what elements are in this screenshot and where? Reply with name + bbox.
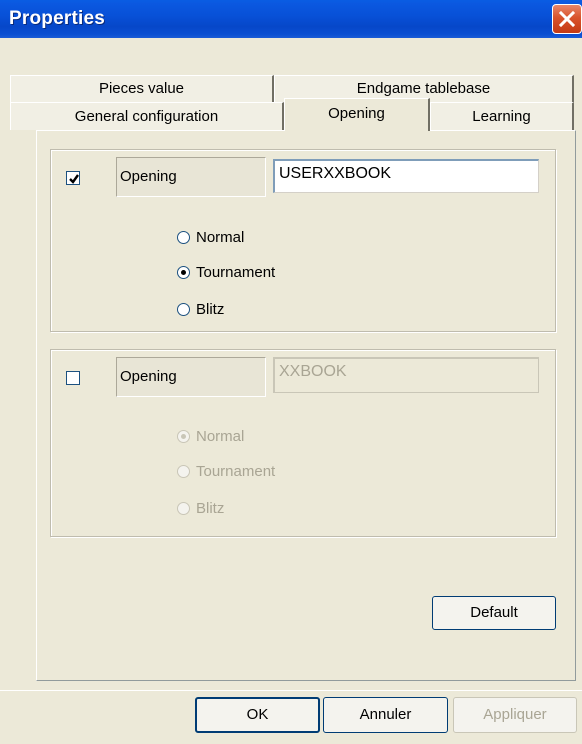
opening-label-primary: Opening <box>116 157 266 197</box>
radio-tournament-secondary: Tournament <box>177 461 275 481</box>
tab-opening[interactable]: Opening <box>284 98 430 131</box>
opening-book-field-primary[interactable]: USERXXBOOK <box>273 159 539 193</box>
window-title: Properties <box>9 8 105 29</box>
radio-normal-secondary: Normal <box>177 426 244 446</box>
radio-button <box>177 464 190 478</box>
cancel-button[interactable]: Annuler <box>323 697 448 733</box>
radio-button[interactable] <box>177 265 190 279</box>
tab-general-configuration[interactable]: General configuration <box>10 102 284 130</box>
radio-button <box>177 501 190 515</box>
close-icon <box>559 11 575 27</box>
radio-blitz-secondary: Blitz <box>177 498 224 518</box>
radio-blitz-primary[interactable]: Blitz <box>177 299 224 319</box>
ok-button[interactable]: OK <box>195 697 320 733</box>
tab-learning[interactable]: Learning <box>430 102 574 130</box>
opening-book-field-secondary: XXBOOK <box>273 357 539 393</box>
default-button[interactable]: Default <box>432 596 556 630</box>
opening-checkbox-secondary[interactable] <box>66 371 80 385</box>
radio-button[interactable] <box>177 302 190 316</box>
close-button[interactable] <box>552 4 582 34</box>
title-bar: Properties <box>0 0 582 38</box>
tab-pieces-value[interactable]: Pieces value <box>10 75 274 102</box>
radio-button[interactable] <box>177 230 190 244</box>
radio-normal-primary[interactable]: Normal <box>177 227 244 247</box>
opening-checkbox-primary[interactable] <box>66 171 80 185</box>
radio-button <box>177 429 190 443</box>
opening-label-secondary: Opening <box>116 357 266 397</box>
divider <box>0 690 582 691</box>
radio-tournament-primary[interactable]: Tournament <box>177 262 275 282</box>
check-icon <box>69 174 79 184</box>
apply-button: Appliquer <box>453 697 577 733</box>
